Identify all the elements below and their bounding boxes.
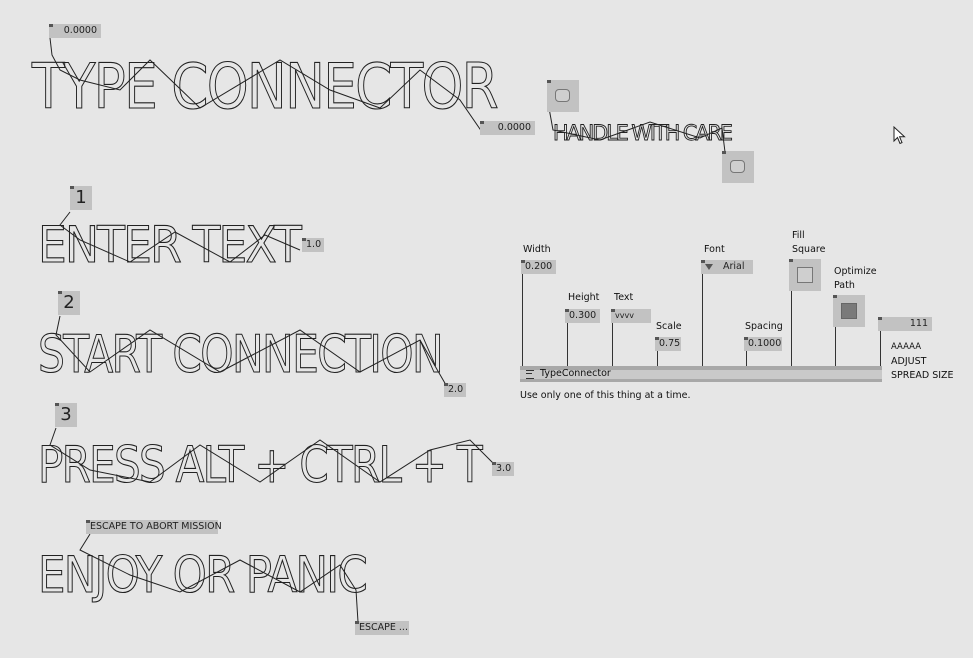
top-value-box-2[interactable]: 0.0000 <box>480 121 535 135</box>
spacing-input[interactable]: 0.1000 <box>744 337 782 351</box>
height-pin-wire <box>567 322 568 366</box>
top-value-box-1[interactable]: 0.0000 <box>49 24 101 38</box>
handle-bang-button-2[interactable] <box>722 151 754 183</box>
type-connector-title: TYPE CONNECTOR <box>31 50 498 123</box>
step-2-box[interactable]: 2 <box>58 291 80 315</box>
optimize-path-toggle[interactable] <box>833 295 865 327</box>
text-pin-wire <box>612 322 613 366</box>
spacing-pin-label: Spacing <box>745 321 783 332</box>
scale-pin-label: Scale <box>656 321 682 332</box>
spacing-pin-wire <box>746 350 747 366</box>
handle-bang-button-1[interactable] <box>547 80 579 112</box>
escape-top-box[interactable]: ESCAPE TO ABORT MISSION <box>86 520 222 534</box>
patch-canvas: TYPE CONNECTOR HANDLE WITH CARE ENTER TE… <box>31 37 734 623</box>
fill-pin-wire <box>791 290 792 366</box>
spread-pin-wire <box>880 331 881 366</box>
step-1-value[interactable]: 1.0 <box>302 238 324 252</box>
toggle-square-icon <box>797 267 813 283</box>
enjoy-or-panic-title: ENJOY OR PANIC <box>38 546 366 604</box>
optimize-pin-wire <box>835 327 836 366</box>
width-pin-wire <box>522 273 523 366</box>
start-connection-title: START CONNECTION <box>38 325 442 385</box>
spread-label-1: AAAAA <box>891 342 922 352</box>
bang-icon <box>730 160 745 173</box>
font-select[interactable]: Arial <box>701 260 753 274</box>
scale-input[interactable]: 0.75 <box>655 337 681 351</box>
spread-size-input[interactable]: 111 <box>878 317 932 331</box>
width-pin-label: Width <box>523 244 551 255</box>
height-pin-label: Height <box>568 292 600 303</box>
bang-icon <box>555 89 570 102</box>
step-2-value[interactable]: 2.0 <box>444 383 466 397</box>
node-name: TypeConnector <box>540 368 611 379</box>
escape-bottom-box[interactable]: ESCAPE ... <box>355 621 409 635</box>
height-input[interactable]: 0.300 <box>565 309 600 323</box>
enter-text-title: ENTER TEXT <box>38 216 302 274</box>
typeconnector-node[interactable]: TypeConnector <box>520 366 882 382</box>
font-pin-wire <box>702 273 703 366</box>
step-3-value[interactable]: 3.0 <box>492 462 514 476</box>
step-3-box[interactable]: 3 <box>55 403 77 427</box>
arrow-cursor-icon <box>893 126 906 145</box>
node-note: Use only one of this thing at a time. <box>520 390 691 401</box>
fill-square-toggle[interactable] <box>789 259 821 291</box>
node-menu-icon[interactable] <box>526 370 534 379</box>
toggle-square-icon <box>841 303 857 319</box>
fill-pin-label-2: Square <box>792 244 826 255</box>
scale-pin-wire <box>657 350 658 366</box>
width-input[interactable]: 0.200 <box>521 260 556 274</box>
optimize-pin-label-1: Optimize <box>834 266 877 277</box>
dropdown-arrow-icon <box>705 263 713 270</box>
fill-pin-label-1: Fill <box>792 230 805 241</box>
text-pin-label: Text <box>614 292 634 303</box>
optimize-pin-label-2: Path <box>834 280 855 291</box>
font-pin-label: Font <box>704 244 725 255</box>
press-keys-title: PRESS ALT + CTRL + T <box>38 436 483 494</box>
spread-label-2: ADJUST <box>891 356 927 367</box>
step-1-box[interactable]: 1 <box>70 186 92 210</box>
font-select-value: Arial <box>723 261 745 272</box>
text-input[interactable]: vvvv <box>611 309 651 323</box>
spread-label-3: SPREAD SIZE <box>891 370 954 381</box>
